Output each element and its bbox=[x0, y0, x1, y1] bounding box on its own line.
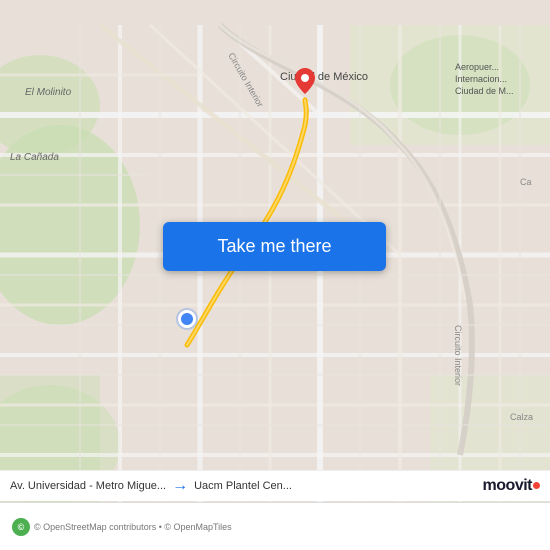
route-arrow: → bbox=[172, 477, 188, 495]
route-info-bar: Av. Universidad - Metro Migue... → Uacm … bbox=[0, 470, 550, 501]
origin-label: Av. Universidad - Metro Migue... bbox=[10, 480, 166, 492]
svg-text:Ca: Ca bbox=[520, 177, 532, 187]
svg-text:Ciudad de México: Ciudad de México bbox=[280, 71, 368, 83]
osm-logo: © bbox=[12, 518, 30, 536]
moovit-logo-dot bbox=[533, 482, 540, 489]
moovit-logo-text: moovit bbox=[483, 477, 532, 495]
destination-marker bbox=[295, 68, 315, 94]
map-container: El Molinito La Cañada Ciudad de México A… bbox=[0, 0, 550, 550]
destination-label: Uacm Plantel Cen... bbox=[194, 480, 292, 492]
svg-text:La Cañada: La Cañada bbox=[10, 152, 59, 163]
svg-text:Circuito Interior: Circuito Interior bbox=[453, 325, 463, 386]
svg-text:Ciudad de M...: Ciudad de M... bbox=[455, 86, 514, 96]
current-location-marker bbox=[178, 310, 196, 328]
attribution-text: © OpenStreetMap contributors • © OpenMap… bbox=[34, 522, 232, 532]
take-me-there-button[interactable]: Take me there bbox=[163, 222, 386, 271]
map-background: El Molinito La Cañada Ciudad de México A… bbox=[0, 0, 550, 550]
svg-text:Internacion...: Internacion... bbox=[455, 74, 507, 84]
moovit-brand: moovit bbox=[483, 477, 540, 495]
svg-text:El Molinito: El Molinito bbox=[25, 87, 72, 98]
svg-text:Calza: Calza bbox=[510, 412, 533, 422]
bottom-bar-left: © © OpenStreetMap contributors • © OpenM… bbox=[12, 518, 538, 536]
svg-text:Aeropuer...: Aeropuer... bbox=[455, 62, 499, 72]
bottom-bar: © © OpenStreetMap contributors • © OpenM… bbox=[0, 502, 550, 550]
